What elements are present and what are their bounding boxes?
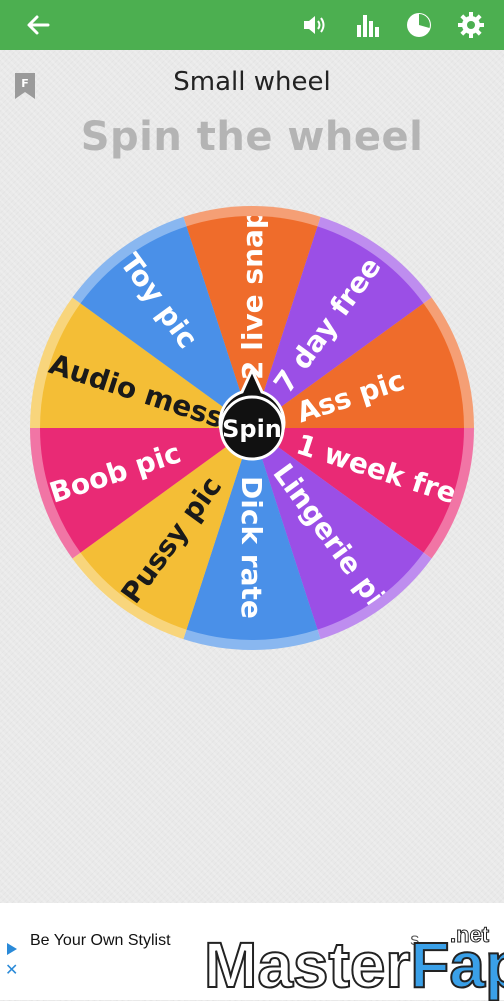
ad-text[interactable]: Be Your Own Stylist [30, 932, 171, 950]
ad-close-icon[interactable]: ✕ [5, 960, 18, 979]
ad-info-icon[interactable] [5, 942, 19, 956]
wheel-segment-label: 2 live snap [236, 209, 269, 380]
watermark-left: Master [203, 929, 411, 1001]
wheel-segment-label: Dick rate [235, 476, 268, 619]
spin-label: Spin [222, 415, 282, 443]
watermark-suffix: .net [449, 922, 490, 948]
spin-wheel[interactable]: 2 live snap7 day freeAss pic1 week freeL… [0, 0, 504, 900]
